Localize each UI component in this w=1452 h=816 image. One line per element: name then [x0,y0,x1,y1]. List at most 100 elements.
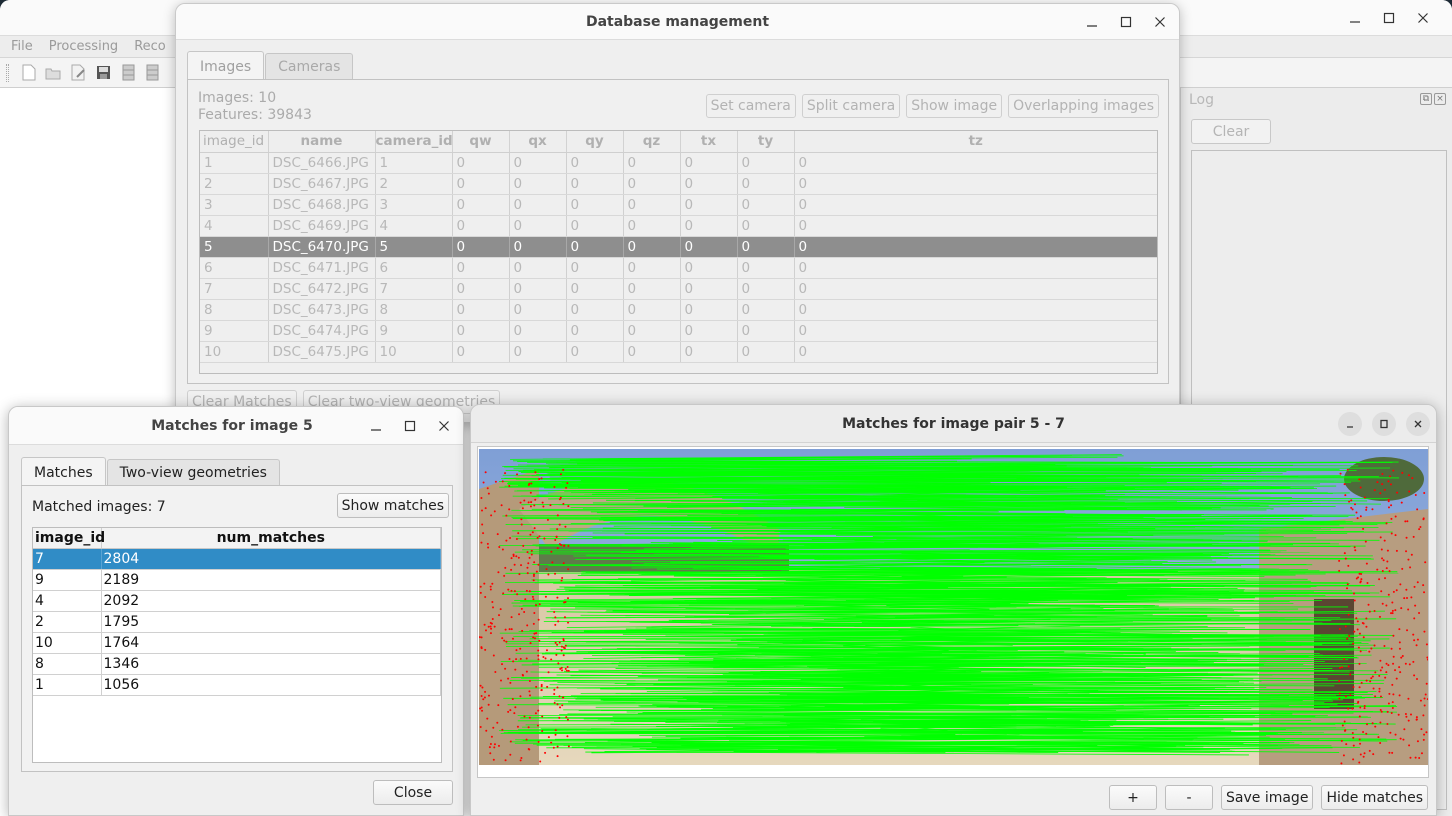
match-row[interactable]: 4 2092 [33,590,441,612]
keypoint [496,533,499,536]
image-row[interactable]: 2 DSC_6467.JPG 2 0 0 0 0 0 0 0 [200,173,1157,195]
cell-name: DSC_6469.JPG [268,215,376,237]
main-close-button[interactable] [1406,0,1440,36]
keypoint [1422,714,1425,717]
tab-images[interactable]: Images [187,51,265,81]
keypoint [1387,593,1390,596]
match-image-view[interactable] [477,446,1429,778]
keypoint [487,492,490,495]
zoom-in-button[interactable]: + [1109,785,1158,810]
hide-matches-button[interactable]: Hide matches [1321,785,1428,810]
keypoint [1401,655,1404,658]
keypoint [528,694,531,697]
image-row[interactable]: 8 DSC_6473.JPG 8 0 0 0 0 0 0 0 [200,299,1157,321]
close-button[interactable]: Close [373,780,453,805]
keypoint [517,532,520,535]
toolbar-grip[interactable] [6,63,9,82]
tab-matches[interactable]: Matches [21,457,106,487]
matches-close-button[interactable] [427,408,461,444]
image-row[interactable]: 6 DSC_6471.JPG 6 0 0 0 0 0 0 0 [200,257,1157,279]
keypoint [509,537,512,540]
column-header-camera-id[interactable]: camera_id [375,131,453,153]
pair-maximize-button[interactable] [1372,412,1396,436]
dock-float-icon[interactable]: ⧉ [1420,93,1432,105]
pair-minimize-button[interactable] [1338,412,1362,436]
column-header-num-matches[interactable]: num_matches [101,528,441,549]
image-row[interactable]: 7 DSC_6472.JPG 7 0 0 0 0 0 0 0 [200,278,1157,300]
keypoint [1405,715,1408,718]
open-project-icon[interactable] [44,63,63,82]
keypoint [1376,568,1379,571]
tab-cameras[interactable]: Cameras [265,53,354,80]
column-header-tz[interactable]: tz [794,131,1157,153]
dock-close-icon[interactable]: × [1434,93,1446,105]
keypoint [529,533,532,536]
cell-camera-id: 9 [375,320,453,342]
menu-reconstruction[interactable]: Reco [134,39,166,54]
db-maximize-button[interactable] [1109,4,1143,40]
keypoint [1355,511,1358,514]
keypoint [532,574,535,577]
match-row[interactable]: 8 1346 [33,653,441,675]
image-row[interactable]: 3 DSC_6468.JPG 3 0 0 0 0 0 0 0 [200,194,1157,216]
image-row[interactable]: 10 DSC_6475.JPG 10 0 0 0 0 0 0 0 [200,341,1157,363]
column-header-ty[interactable]: ty [737,131,795,153]
column-header-qy[interactable]: qy [566,131,624,153]
show-matches-button[interactable]: Show matches [336,493,449,518]
matches-maximize-button[interactable] [393,408,427,444]
menu-file[interactable]: File [11,39,33,54]
close-icon [1155,17,1165,27]
main-maximize-button[interactable] [1372,0,1406,36]
tab-two-view-geometries[interactable]: Two-view geometries [106,459,280,486]
match-row[interactable]: 10 1764 [33,632,441,654]
cell-num-matches: 2804 [101,548,441,570]
db-minimize-button[interactable] [1075,4,1109,40]
match-row[interactable]: 1 1056 [33,674,441,696]
keypoint [1405,536,1408,539]
show-image-button[interactable]: Show image [906,94,1003,118]
menu-processing[interactable]: Processing [49,39,118,54]
import-icon[interactable] [119,63,138,82]
keypoint [1387,480,1390,483]
save-project-icon[interactable] [94,63,113,82]
column-header-image-id[interactable]: image_id [33,528,105,549]
edit-project-icon[interactable] [69,63,88,82]
keypoint [1403,597,1406,600]
keypoint [1383,644,1386,647]
zoom-out-button[interactable]: - [1165,785,1214,810]
keypoint [519,759,522,762]
pair-close-button[interactable] [1406,412,1430,436]
match-row[interactable]: 7 2804 [33,548,441,570]
keypoint [1353,599,1356,602]
image-row[interactable]: 4 DSC_6469.JPG 4 0 0 0 0 0 0 0 [200,215,1157,237]
column-header-qz[interactable]: qz [623,131,681,153]
column-header-tx[interactable]: tx [680,131,738,153]
save-image-button[interactable]: Save image [1221,785,1314,810]
column-header-qx[interactable]: qx [509,131,567,153]
keypoint [1354,503,1357,506]
log-clear-button[interactable]: Clear [1191,119,1271,144]
export-icon[interactable] [144,63,163,82]
image-row[interactable]: 9 DSC_6474.JPG 9 0 0 0 0 0 0 0 [200,320,1157,342]
db-close-button[interactable] [1143,4,1177,40]
images-table[interactable]: image_id name camera_id qw qx qy qz tx ty tz 1 DSC… [199,130,1158,374]
matches-minimize-button[interactable] [359,408,393,444]
overlapping-images-button[interactable]: Overlapping images [1008,94,1159,118]
new-project-icon[interactable] [19,63,38,82]
match-row[interactable]: 9 2189 [33,569,441,591]
column-header-image-id[interactable]: image_id [200,131,269,153]
column-header-name[interactable]: name [268,131,376,153]
set-camera-button[interactable]: Set camera [705,94,796,118]
main-minimize-button[interactable] [1338,0,1372,36]
image-row[interactable]: 5 DSC_6470.JPG 5 0 0 0 0 0 0 0 [200,236,1157,258]
column-header-qw[interactable]: qw [452,131,510,153]
keypoint [505,514,508,517]
keypoint [482,481,485,484]
split-camera-button[interactable]: Split camera [801,94,901,118]
keypoint [1372,687,1375,690]
match-row[interactable]: 2 1795 [33,611,441,633]
cell-qx: 0 [509,194,567,216]
image-row[interactable]: 1 DSC_6466.JPG 1 0 0 0 0 0 0 0 [200,152,1157,174]
matches-table[interactable]: image_id num_matches 7 2804 9 2189 4 2092 2 1795… [32,527,442,763]
keypoint [1424,693,1427,696]
